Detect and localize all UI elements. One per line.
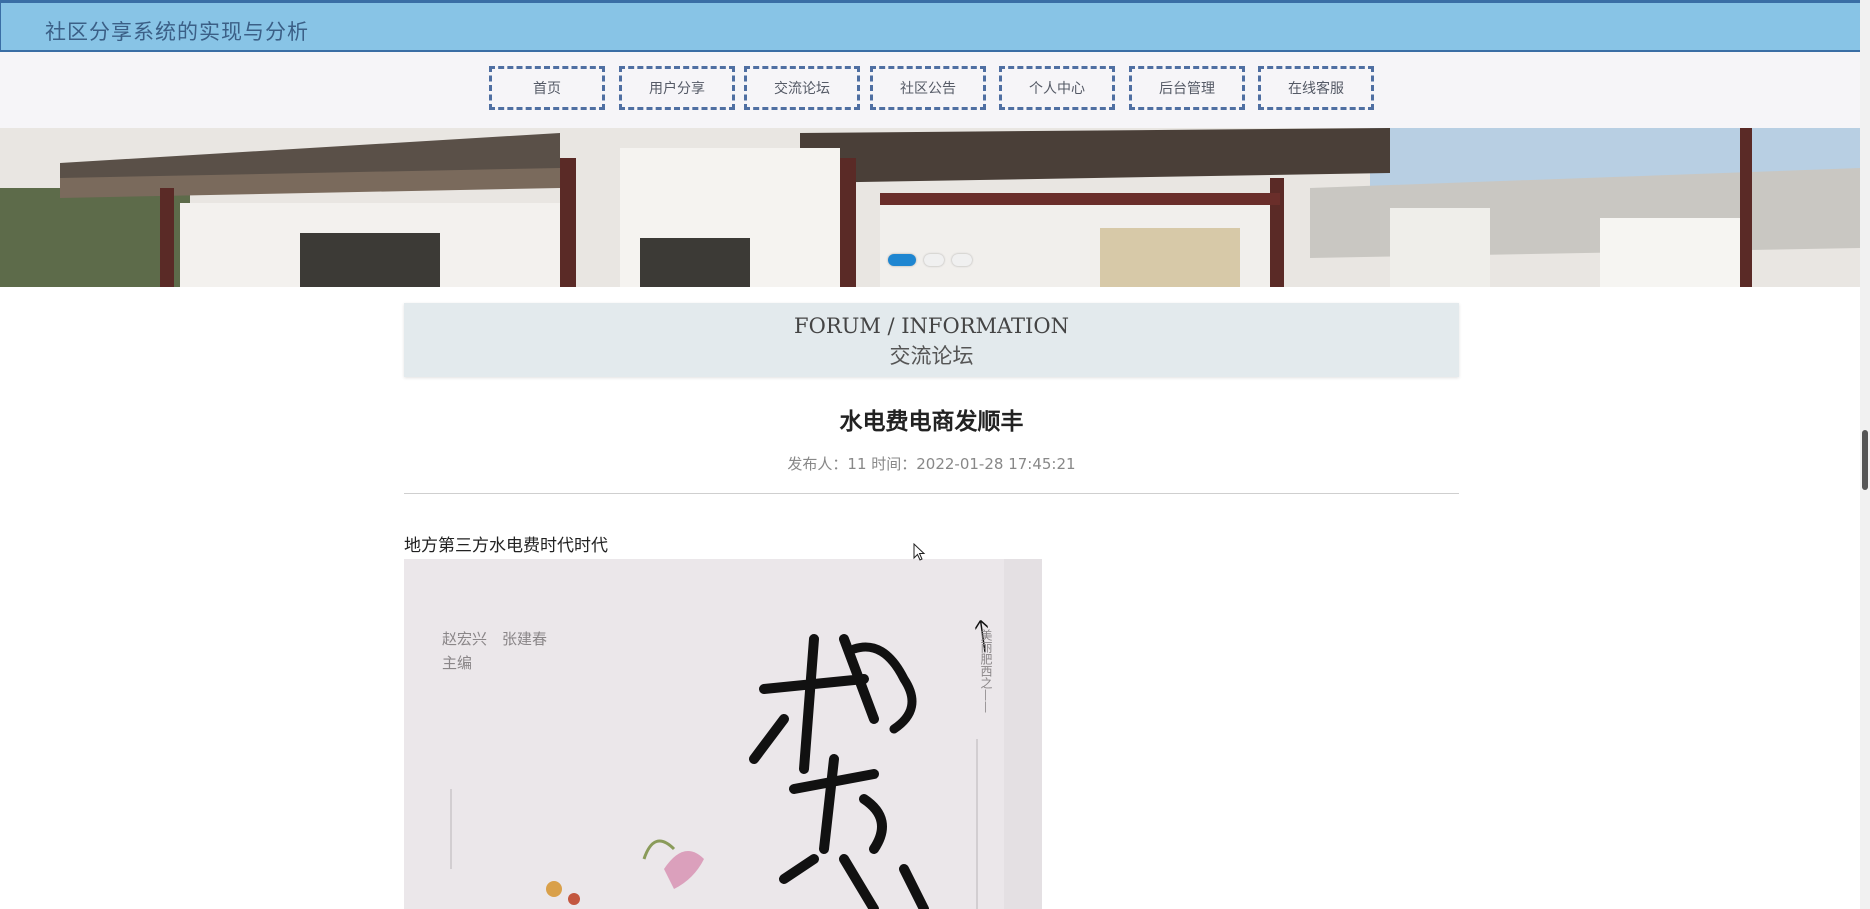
divider — [404, 493, 1459, 494]
book-authors: 赵宏兴 张建春 — [442, 630, 547, 648]
book-cover-art: ᛏ 赵宏兴 张建春 主编 美丽肥西之—— — [404, 559, 1042, 909]
book-editor-label: 主编 — [442, 654, 472, 672]
banner-carousel[interactable] — [0, 128, 1860, 287]
scrollbar-thumb[interactable] — [1862, 430, 1868, 490]
app-header: 社区分享系统的实现与分析 — [0, 0, 1860, 52]
nav-admin[interactable]: 后台管理 — [1129, 66, 1245, 110]
nav-notice[interactable]: 社区公告 — [870, 66, 986, 110]
carousel-dot-2[interactable] — [924, 254, 944, 266]
carousel-dot-3[interactable] — [952, 254, 972, 266]
nav-user-share[interactable]: 用户分享 — [619, 66, 735, 110]
nav-support[interactable]: 在线客服 — [1258, 66, 1374, 110]
nav-profile[interactable]: 个人中心 — [999, 66, 1115, 110]
page-scrollbar[interactable] — [1860, 0, 1870, 909]
main-nav: 首页 用户分享 交流论坛 社区公告 个人中心 后台管理 在线客服 — [0, 52, 1860, 128]
post-body-text: 地方第三方水电费时代时代 — [404, 536, 608, 556]
section-title-zh: 交流论坛 — [889, 344, 974, 368]
section-title-en: FORUM / INFORMATION — [794, 314, 1069, 338]
mouse-cursor-icon — [913, 543, 926, 561]
nav-home[interactable]: 首页 — [489, 66, 605, 110]
app-title: 社区分享系统的实现与分析 — [45, 20, 309, 44]
carousel-dots — [888, 254, 972, 266]
nav-forum[interactable]: 交流论坛 — [744, 66, 860, 110]
book-series: 美丽肥西之—— — [979, 629, 993, 713]
section-header: FORUM / INFORMATION 交流论坛 — [404, 303, 1459, 377]
post-title: 水电费电商发顺丰 — [839, 409, 1024, 435]
post-image-book-cover: ᛏ 赵宏兴 张建春 主编 美丽肥西之—— — [404, 559, 1042, 909]
carousel-dot-1[interactable] — [888, 254, 916, 266]
post-meta: 发布人：11 时间：2022-01-28 17:45:21 — [787, 455, 1076, 473]
